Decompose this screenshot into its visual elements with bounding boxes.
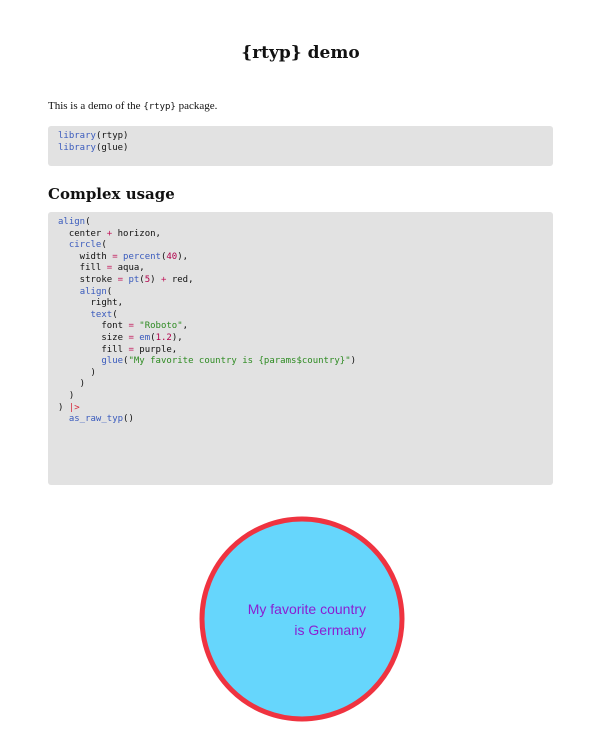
usage-code-line: align( xyxy=(58,287,543,299)
code-token: align xyxy=(58,217,86,227)
usage-code-line: width = percent(40), xyxy=(58,252,543,264)
code-token: circle xyxy=(68,240,102,251)
code-token: pt xyxy=(128,274,140,285)
intro-text-before: This is a demo of the xyxy=(48,100,144,112)
code-token: ) xyxy=(58,390,75,401)
output-circle xyxy=(199,516,405,722)
code-token: red, xyxy=(166,274,194,285)
usage-code-line: as_raw_typ() xyxy=(58,414,543,426)
usage-code-line: ) xyxy=(58,379,543,391)
code-token: align xyxy=(79,286,107,297)
code-token: right, xyxy=(58,298,124,309)
intro-text-after: package. xyxy=(175,100,218,112)
code-token: percent xyxy=(123,251,161,262)
usage-code-line: align( xyxy=(58,217,543,229)
code-token: library xyxy=(58,142,96,153)
usage-code-line: glue("My favorite country is {params$cou… xyxy=(58,356,543,368)
code-token: "My favorite country is {params$country}… xyxy=(128,356,351,367)
intro-package-code: {rtyp} xyxy=(143,102,176,112)
code-token: stroke xyxy=(58,274,118,285)
section-heading: Complex usage xyxy=(48,185,175,203)
code-token: 40 xyxy=(166,251,178,262)
usage-code-line: text( xyxy=(58,310,543,322)
code-token: , xyxy=(182,321,189,332)
usage-code-line: ) xyxy=(58,391,543,403)
code-token: purple, xyxy=(133,344,178,355)
code-token: ( xyxy=(85,217,91,227)
code-token: |> xyxy=(68,402,80,413)
usage-code-line: stroke = pt(5) + red, xyxy=(58,275,543,287)
usage-code-line: right, xyxy=(58,298,543,310)
code-token: () xyxy=(123,414,134,425)
code-token: as_raw_typ xyxy=(68,414,124,425)
code-token: ) xyxy=(58,367,96,378)
code-token: 1.2 xyxy=(155,332,172,343)
code-token: font xyxy=(58,321,129,332)
code-token: ) xyxy=(350,356,357,367)
code-token: ( xyxy=(101,240,107,251)
rendered-output: My favorite country is Germany xyxy=(0,500,601,739)
setup-code-line: library(rtyp) xyxy=(58,131,543,143)
code-token: text xyxy=(90,309,113,320)
code-token: ) xyxy=(58,379,86,390)
code-token: size xyxy=(58,332,129,343)
code-token: fill xyxy=(58,344,129,355)
usage-code-line: size = em(1.2), xyxy=(58,333,543,345)
code-token: fill xyxy=(58,263,107,274)
code-token: ( xyxy=(106,286,113,297)
usage-code-line: fill = purple, xyxy=(58,345,543,357)
setup-code-block: library(rtyp) library(glue) xyxy=(48,126,553,166)
code-token: width xyxy=(58,251,113,262)
usage-code-line: font = "Roboto", xyxy=(58,321,543,333)
document-page: {rtyp} demo This is a demo of the {rtyp}… xyxy=(0,0,601,739)
setup-code-line: library(glue) xyxy=(58,143,543,155)
output-text-line-1: My favorite country xyxy=(248,601,366,617)
code-token: ( xyxy=(112,309,118,320)
code-token: center xyxy=(58,228,107,239)
output-figure: My favorite country is Germany xyxy=(199,516,405,722)
code-token: aqua, xyxy=(112,263,145,274)
code-token: (rtyp) xyxy=(95,131,129,141)
output-text-line-2: is Germany xyxy=(294,622,366,638)
usage-code-block: align( center + horizon, circle( width =… xyxy=(48,212,553,485)
code-token: ), xyxy=(177,251,189,262)
code-token: ) xyxy=(150,274,161,285)
code-token: horizon, xyxy=(112,228,161,239)
usage-code-line: center + horizon, xyxy=(58,229,543,241)
code-token: library xyxy=(58,131,96,141)
intro-paragraph: This is a demo of the {rtyp} package. xyxy=(48,100,217,112)
usage-code-line: circle( xyxy=(58,240,543,252)
usage-code-line: ) |> xyxy=(58,403,543,415)
usage-code-line: fill = aqua, xyxy=(58,263,543,275)
document-title: {rtyp} demo xyxy=(241,43,360,63)
code-token: em xyxy=(139,332,151,343)
code-token: ) xyxy=(58,402,69,413)
code-token: ), xyxy=(171,332,183,343)
code-token: glue xyxy=(101,356,124,367)
code-token: "Roboto" xyxy=(139,321,183,332)
code-token: (glue) xyxy=(95,142,129,153)
usage-code-line: ) xyxy=(58,368,543,380)
